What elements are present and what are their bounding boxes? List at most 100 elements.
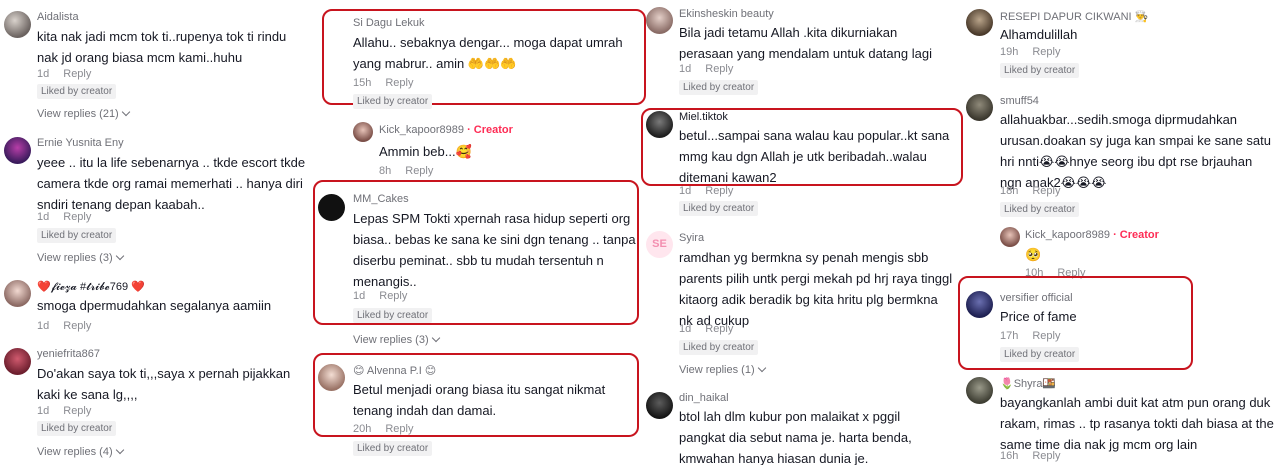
comment-meta: 1d Reply [37, 211, 91, 223]
comment-text: yeee .. itu la life sebenarnya .. tkde e… [37, 155, 306, 212]
comment-username[interactable]: yeniefrita867 [37, 348, 100, 360]
reply-button[interactable]: Reply [385, 77, 413, 89]
comment-text: smoga dpermudahkan segalanya aamiin [37, 298, 272, 313]
view-replies-button[interactable]: View replies (4) [37, 445, 124, 458]
avatar-initials: SE [652, 238, 667, 250]
avatar[interactable] [318, 194, 345, 221]
comment-time: 19h [1000, 46, 1019, 58]
reply-button[interactable]: Reply [705, 185, 733, 197]
comment-text: Ammin beb...🥰 [379, 144, 472, 159]
reply-button[interactable]: Reply [63, 405, 91, 417]
comment-username[interactable]: Kick_kapoor8989 · Creator [1025, 229, 1159, 241]
comment-meta: 1d Reply [679, 63, 733, 75]
avatar[interactable] [1000, 227, 1020, 247]
reply-button[interactable]: Reply [405, 165, 433, 177]
avatar[interactable] [646, 111, 673, 138]
chevron-down-icon [115, 445, 124, 455]
view-replies-button[interactable]: View replies (1) [679, 363, 766, 376]
comment-meta: 1d Reply [679, 323, 733, 335]
reply-button[interactable]: Reply [379, 290, 407, 302]
comment-username[interactable]: Aidalista [37, 11, 79, 23]
comment-username[interactable]: ❤️𝓯𝓲𝓮𝔃𝓪 #𝓽𝓻𝓲𝓫𝓮769 ❤️ [37, 280, 145, 294]
avatar[interactable] [4, 348, 31, 375]
avatar[interactable]: SE [646, 231, 673, 258]
comment-time: 1d [37, 211, 50, 223]
comment-text: Do'akan saya tok ti,,,saya x pernah pija… [37, 366, 291, 402]
liked-by-creator-badge: Liked by creator [1000, 202, 1080, 217]
comment-text: Allahu.. sebaknya dengar... moga dapat u… [353, 35, 623, 71]
comment-meta: 20h Reply [353, 423, 413, 435]
view-replies-button[interactable]: View replies (3) [37, 251, 124, 264]
liked-by-creator-badge: Liked by creator [1000, 347, 1080, 362]
comment-text: Bila jadi tetamu Allah .kita dikurniakan… [679, 25, 932, 61]
comment-username[interactable]: RESEPI DAPUR CIKWANI 👨‍🍳 [1000, 10, 1148, 23]
view-replies-label: View replies (3) [37, 252, 113, 264]
comment-meta: 1d Reply [37, 405, 91, 417]
view-replies-label: View replies (1) [679, 364, 755, 376]
avatar[interactable] [966, 377, 993, 404]
comment-time: 20h [353, 423, 372, 435]
comment-meta: 8h Reply [379, 165, 433, 177]
reply-button[interactable]: Reply [1032, 46, 1060, 58]
avatar[interactable] [646, 7, 673, 34]
avatar[interactable] [318, 364, 345, 391]
comment-username[interactable]: Kick_kapoor8989 · Creator [379, 124, 513, 136]
avatar[interactable] [353, 122, 373, 142]
comment-time: 1d [679, 63, 692, 75]
avatar[interactable] [966, 291, 993, 318]
liked-by-creator-badge: Liked by creator [679, 201, 759, 216]
liked-by-creator-badge: Liked by creator [37, 84, 117, 99]
reply-button[interactable]: Reply [63, 68, 91, 80]
creator-badge: · Creator [467, 124, 513, 136]
reply-button[interactable]: Reply [705, 323, 733, 335]
comment-time: 1d [37, 320, 50, 332]
comment-username[interactable]: Miel.tiktok [679, 111, 728, 123]
chevron-down-icon [431, 333, 440, 343]
comment-meta: 1d Reply [679, 185, 733, 197]
liked-by-creator-badge: Liked by creator [679, 340, 759, 355]
avatar[interactable] [966, 9, 993, 36]
reply-button[interactable]: Reply [63, 320, 91, 332]
view-replies-button[interactable]: View replies (3) [353, 333, 440, 346]
comment-username[interactable]: Ernie Yusnita Eny [37, 137, 124, 149]
comment-meta: 16h Reply [1000, 450, 1060, 462]
comment-username[interactable]: MM_Cakes [353, 193, 409, 205]
comment-text: ramdhan yg bermkna sy penah mengis sbb p… [679, 250, 953, 328]
comment-meta: 15h Reply [353, 77, 413, 89]
username-text: Kick_kapoor8989 [379, 124, 465, 136]
comment-username[interactable]: din_haikal [679, 392, 729, 404]
reply-button[interactable]: Reply [1032, 185, 1060, 197]
comment-time: 8h [379, 165, 392, 177]
reply-button[interactable]: Reply [705, 63, 733, 75]
chevron-down-icon [757, 363, 766, 373]
comment-text: Lepas SPM Tokti xpernah rasa hidup seper… [353, 211, 636, 289]
username-text: Kick_kapoor8989 [1025, 229, 1111, 241]
reply-button[interactable]: Reply [63, 211, 91, 223]
comment-username[interactable]: smuff54 [1000, 95, 1039, 107]
chevron-down-icon [115, 251, 124, 261]
avatar[interactable] [4, 137, 31, 164]
comment-username[interactable]: Syira [679, 232, 704, 244]
creator-badge: · Creator [1113, 229, 1159, 241]
reply-button[interactable]: Reply [385, 423, 413, 435]
avatar[interactable] [4, 11, 31, 38]
reply-button[interactable]: Reply [1032, 450, 1060, 462]
comment-username[interactable]: versifier official [1000, 292, 1073, 304]
avatar[interactable] [966, 94, 993, 121]
view-replies-button[interactable]: View replies (21) [37, 107, 130, 120]
avatar[interactable] [4, 280, 31, 307]
comment-username[interactable]: Ekinsheskin beauty [679, 8, 774, 20]
liked-by-creator-badge: Liked by creator [1000, 63, 1080, 78]
comment-time: 15h [353, 77, 372, 89]
reply-button[interactable]: Reply [1032, 330, 1060, 342]
comment-username[interactable]: 🌷Shyra🍱 [1000, 377, 1056, 390]
comment-time: 16h [1000, 450, 1019, 462]
avatar[interactable] [646, 392, 673, 419]
comment-username[interactable]: Si Dagu Lekuk [353, 17, 425, 29]
comment-username[interactable]: 😊 Alvenna P.I 😊 [353, 364, 436, 377]
comment-meta: 18h Reply [1000, 185, 1060, 197]
liked-by-creator-badge: Liked by creator [353, 308, 433, 323]
comment-meta: 1d Reply [37, 68, 91, 80]
view-replies-label: View replies (4) [37, 446, 113, 458]
comment-time: 17h [1000, 330, 1019, 342]
